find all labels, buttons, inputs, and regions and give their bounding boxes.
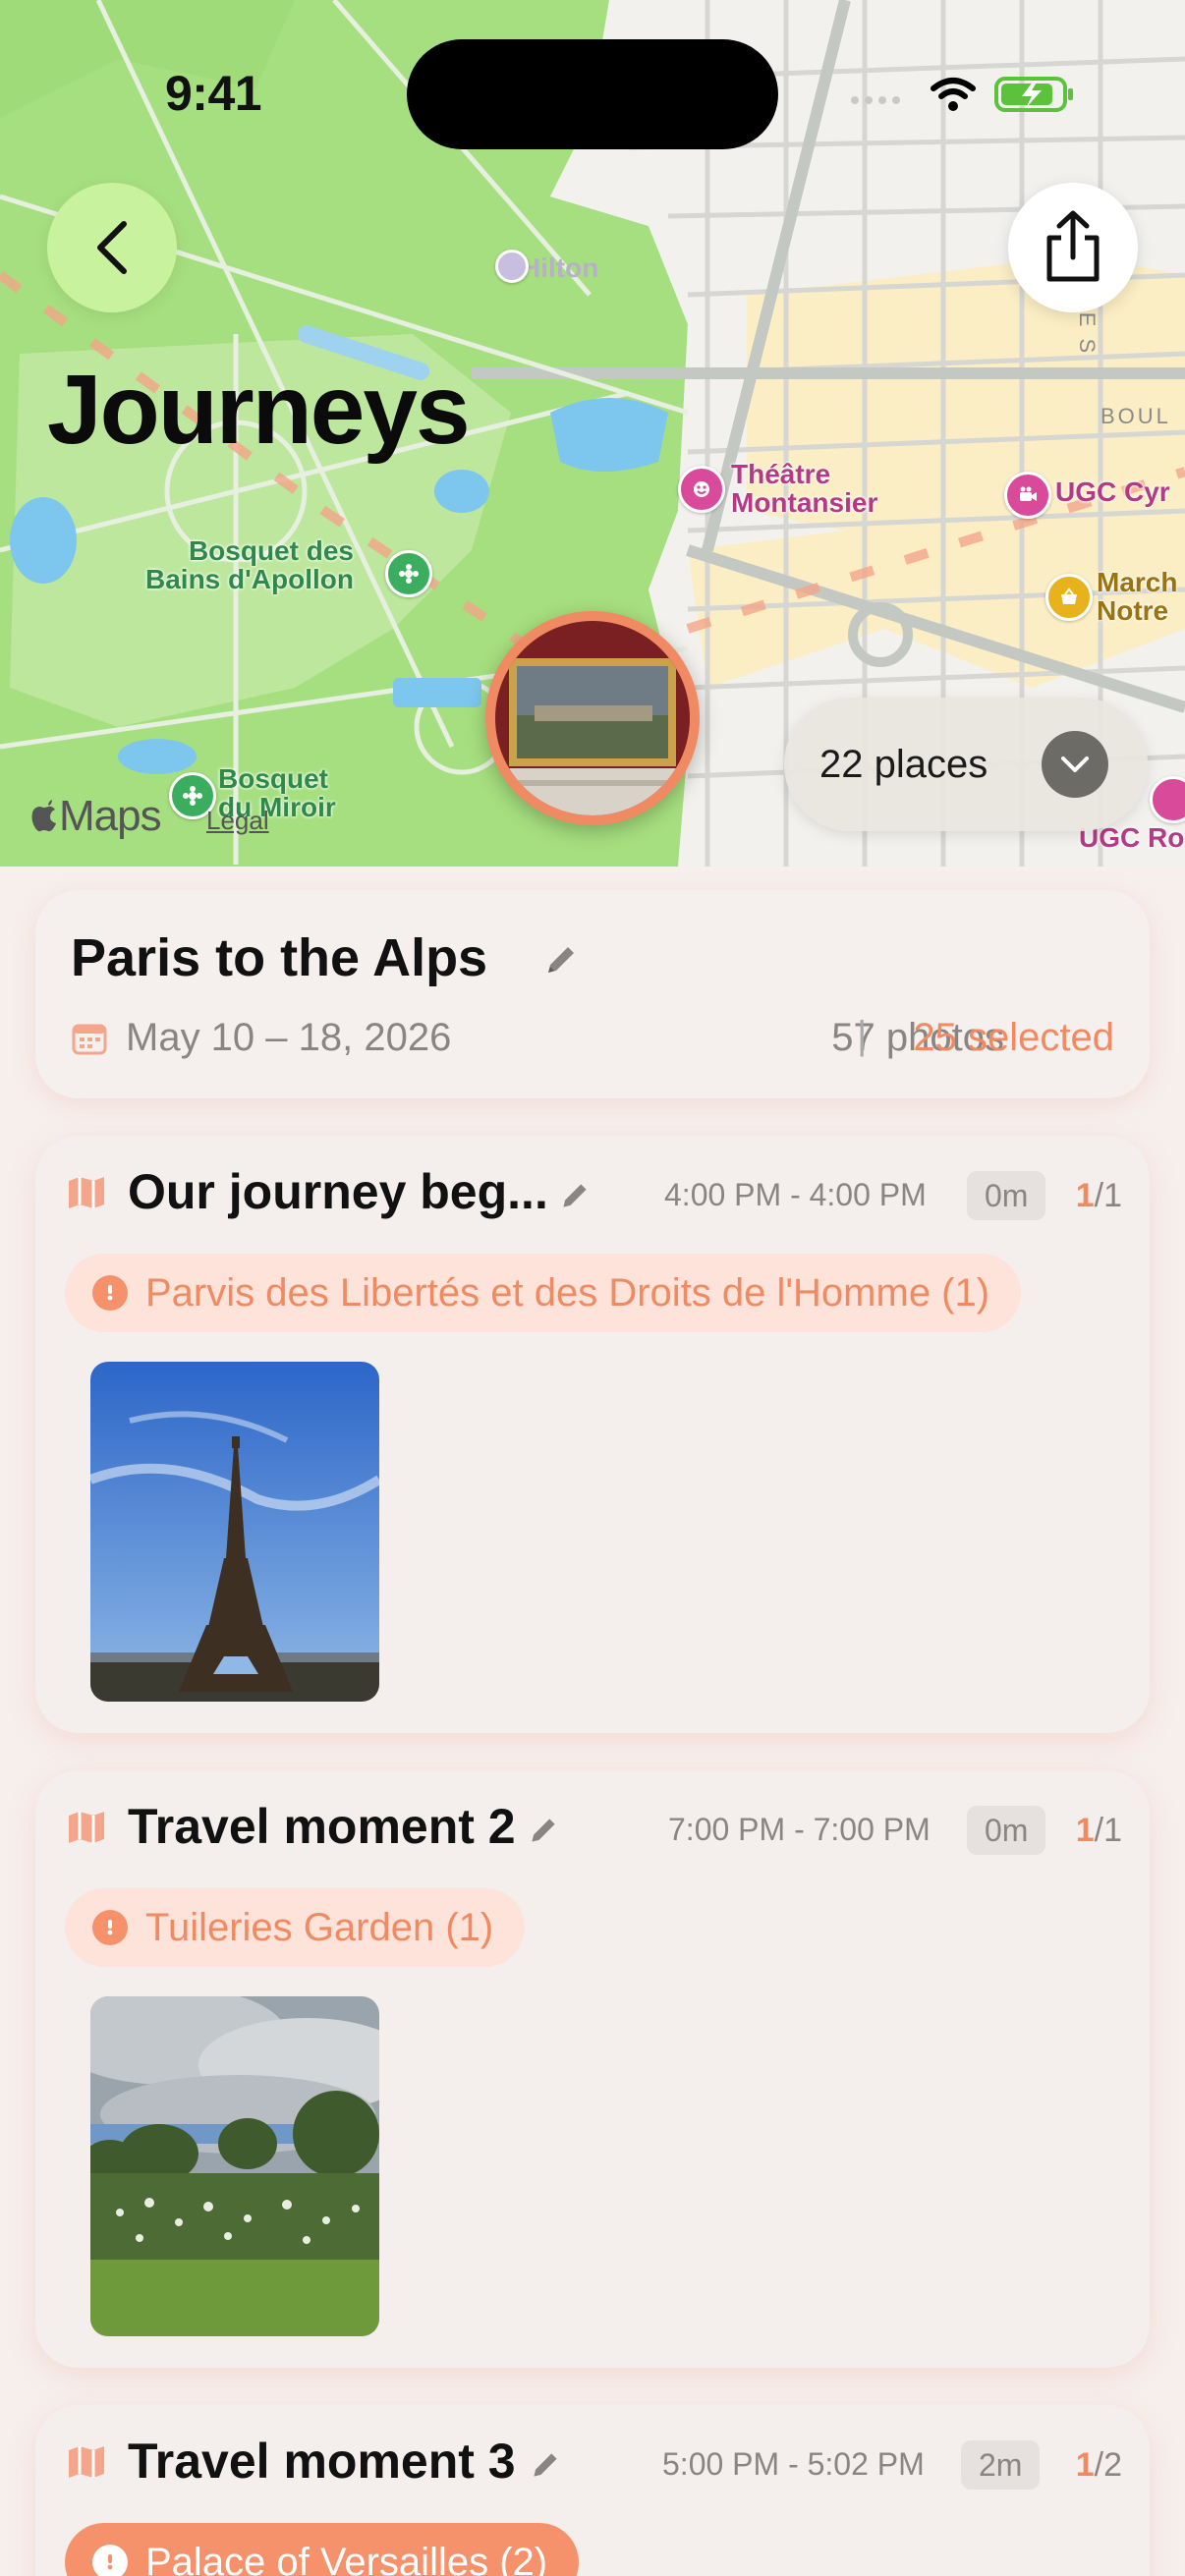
cinema-pin-icon[interactable] xyxy=(1004,472,1051,519)
moment-card[interactable]: Travel moment 2 7:00 PM - 7:00 PM 0m 1/1… xyxy=(35,1770,1150,2368)
place-chip[interactable]: Parvis des Libertés et des Droits de l'H… xyxy=(65,1254,1022,1332)
trip-selected-count[interactable]: 25 selected xyxy=(913,1016,1114,1060)
moment-title: Travel moment 3 xyxy=(128,2434,516,2489)
moment-title: Our journey beg... xyxy=(128,1164,548,1219)
photo-thumbnail[interactable] xyxy=(90,1996,379,2336)
painting-thumbnail xyxy=(495,621,690,815)
map-label-hilton: Hilton xyxy=(521,252,599,283)
places-dropdown[interactable]: 22 places xyxy=(784,698,1148,831)
tuileries-garden-photo xyxy=(90,1996,379,2336)
chevron-down-icon xyxy=(1042,731,1108,798)
share-button[interactable] xyxy=(1008,183,1138,312)
share-icon xyxy=(1046,210,1100,282)
hotel-pin-icon[interactable] xyxy=(495,250,529,283)
wifi-icon xyxy=(931,78,976,111)
moment-selected: 1 xyxy=(1075,1177,1095,1214)
calendar-icon xyxy=(72,1024,107,1055)
place-chip[interactable]: Tuileries Garden (1) xyxy=(65,1888,526,1967)
moment-card[interactable]: Travel moment 3 5:00 PM - 5:02 PM 2m 1/2… xyxy=(35,2405,1150,2576)
moment-selection-count: 1/1 xyxy=(1076,1812,1122,1850)
trip-date: May 10 – 18, 2026 xyxy=(126,1016,452,1059)
place-chip-label: Parvis des Libertés et des Droits de l'H… xyxy=(145,1270,990,1315)
chevron-left-icon xyxy=(97,221,127,274)
moment-title: Travel moment 2 xyxy=(128,1799,516,1854)
page-title: Journeys xyxy=(47,355,471,465)
trip-summary-card: Paris to the Alps May 10 – 18, 2026 57 p… xyxy=(35,890,1150,1098)
places-count: 22 places xyxy=(819,742,988,786)
map-label-bosquet-bains: Bosquet des Bains d'Apollon xyxy=(145,535,354,595)
pencil-icon[interactable] xyxy=(542,941,580,979)
trip-title: Paris to the Alps xyxy=(71,928,488,987)
status-icons xyxy=(851,77,1073,112)
moment-time: 5:00 PM - 5:02 PM xyxy=(662,2446,925,2482)
legal-link[interactable]: Legal xyxy=(206,806,269,836)
map-label-theatre: Théâtre Montansier xyxy=(731,459,878,519)
map-view[interactable]: Hilton Bosquet des Bains d'Apollon Bosqu… xyxy=(0,0,1185,867)
pin-icon xyxy=(92,1910,128,1945)
moment-duration-badge: 0m xyxy=(967,1806,1046,1855)
map-icon xyxy=(69,2446,104,2478)
moment-selected: 1 xyxy=(1075,1812,1095,1849)
place-chip-label: Tuileries Garden (1) xyxy=(145,1905,494,1949)
back-button[interactable] xyxy=(47,183,177,312)
moment-time: 7:00 PM - 7:00 PM xyxy=(668,1812,931,1847)
trip-separator: | xyxy=(857,1014,868,1057)
pin-icon xyxy=(92,1275,128,1311)
moment-selection-count: 1/2 xyxy=(1076,2446,1122,2485)
apple-icon xyxy=(31,800,56,832)
moment-total: /1 xyxy=(1094,1177,1122,1214)
moment-duration-badge: 0m xyxy=(967,1171,1046,1220)
moment-total: /1 xyxy=(1094,1812,1122,1849)
photo-thumbnail[interactable] xyxy=(90,1362,379,1702)
place-chip[interactable]: Palace of Versailles (2) xyxy=(65,2523,580,2576)
pencil-icon[interactable] xyxy=(558,1179,592,1212)
pencil-icon[interactable] xyxy=(527,1814,560,1847)
moment-selected: 1 xyxy=(1075,2446,1095,2484)
moment-duration-badge: 2m xyxy=(961,2440,1041,2490)
maps-attribution: Maps xyxy=(29,792,162,841)
moment-selection-count: 1/1 xyxy=(1076,1177,1122,1215)
street-label-boulevard: BOUL xyxy=(1100,404,1171,428)
place-chip-label: Palace of Versailles (2) xyxy=(145,2540,548,2576)
photo-marker[interactable] xyxy=(485,611,700,825)
garden-pin-icon[interactable] xyxy=(385,550,432,597)
market-pin-icon[interactable] xyxy=(1045,574,1093,621)
map-icon xyxy=(69,1812,104,1843)
pencil-icon[interactable] xyxy=(529,2448,562,2482)
moment-card[interactable]: Our journey beg... 4:00 PM - 4:00 PM 0m … xyxy=(35,1136,1150,1733)
status-time: 9:41 xyxy=(165,66,262,121)
pin-icon xyxy=(92,2545,128,2576)
battery-icon xyxy=(994,77,1073,112)
theatre-pin-icon[interactable] xyxy=(678,466,725,513)
map-label-marche: March Notre xyxy=(1097,567,1178,627)
map-label-ugc-cyrano: UGC Cyr xyxy=(1055,476,1170,507)
dynamic-island xyxy=(407,39,778,149)
signal-icon xyxy=(851,96,900,104)
moment-time: 4:00 PM - 4:00 PM xyxy=(664,1177,927,1212)
moment-total: /2 xyxy=(1094,2446,1122,2484)
map-icon xyxy=(69,1177,104,1208)
eiffel-tower-photo xyxy=(90,1362,379,1702)
maps-brand: Maps xyxy=(59,792,162,840)
